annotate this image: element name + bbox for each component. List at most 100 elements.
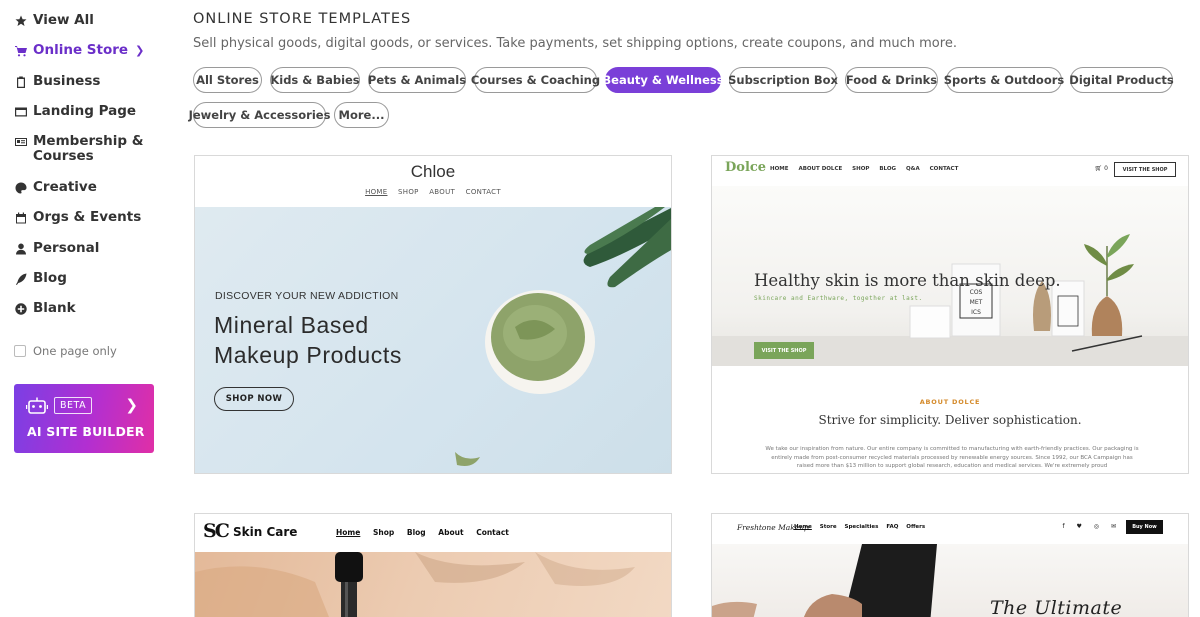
one-page-only-label: One page only [33,344,117,358]
template-card-dolce[interactable]: Dolce HOME ABOUT DOLCE SHOP BLOG Q&A CON… [711,155,1189,474]
ai-site-builder-button[interactable]: BETA ❯ AI SITE BUILDER [14,384,154,453]
person-icon [14,241,27,256]
template-cart-count: 0 [1104,165,1108,172]
template-nav: HOME SHOP ABOUT CONTACT [195,188,671,196]
sidebar-item-label: Landing Page [33,103,137,119]
template-nav-item: About [438,528,464,537]
template-brand-name: Skin Care [233,525,298,539]
calendar-icon [14,210,27,225]
template-visit-shop-button: VISIT THE SHOP [1114,162,1176,177]
filter-chip-courses-coaching[interactable]: Courses & Coaching [471,67,600,93]
template-headline-line: Mineral Based [214,312,369,338]
filter-chip-beauty-wellness[interactable]: Beauty & Wellness [602,67,724,93]
template-nav-item: SHOP [398,188,419,196]
template-cta-button: VISIT THE SHOP [754,342,814,359]
sidebar-item-orgs-events[interactable]: Orgs & Events [14,210,141,225]
template-header: SC Skin Care Home Shop Blog About Contac… [195,514,671,552]
filter-chip-digital-products[interactable]: Digital Products [1069,67,1174,93]
filter-chip-sports-outdoors[interactable]: Sports & Outdoors [944,67,1064,93]
svg-text:COS: COS [970,289,983,296]
sidebar-item-label: Personal [33,240,100,256]
template-headline-line: Makeup Products [214,342,402,368]
template-nav-item: ABOUT [429,188,456,196]
template-card-skin-care[interactable]: SC Skin Care Home Shop Blog About Contac… [194,513,672,617]
page-subtitle: Sell physical goods, digital goods, or s… [193,36,957,51]
filter-chip-all-stores[interactable]: All Stores [193,67,262,93]
template-card-freshtone-makeup[interactable]: Freshtone Makeup Home Store Specialties … [711,513,1189,617]
ai-site-builder-label: AI SITE BUILDER [27,424,145,439]
template-logo: Chloe [410,162,456,181]
template-nav: Home Store Specialties FAQ Offers [794,524,931,530]
template-nav-item: Blog [406,528,426,537]
heart-icon: ♥ [1076,523,1082,530]
chevron-right-icon: ❯ [135,44,145,57]
facebook-icon: f [1062,523,1065,530]
window-icon [14,104,27,119]
sidebar-item-online-store[interactable]: Online Store ❯ [14,43,144,58]
sidebar-item-blank[interactable]: Blank [14,301,76,316]
sidebar-item-landing-page[interactable]: Landing Page [14,104,136,119]
template-about-label: ABOUT DOLCE [919,398,981,406]
template-nav-item: Specialties [844,524,879,530]
template-nav-item: Offers [906,524,926,530]
template-nav-item: HOME [770,166,789,172]
plus-circle-icon [14,301,27,316]
filter-chip-jewelry-accessories[interactable]: Jewelry & Accessories [189,102,330,128]
template-header: Freshtone Makeup Home Store Specialties … [712,514,1188,544]
sidebar-item-business[interactable]: Business [14,74,100,89]
template-headline: Healthy skin is more than skin deep. [754,271,1061,290]
one-page-only-filter[interactable]: One page only [14,344,117,358]
sidebar-item-label: Blank [33,300,76,316]
template-nav-item: HOME [365,188,388,196]
beta-badge: BETA [54,397,93,414]
template-hero-image [195,552,671,617]
template-shop-now-button: SHOP NOW [214,387,294,411]
template-social-icons: f ♥ ◎ ✉ [1052,523,1116,530]
template-nav: Home Shop Blog About Contact [336,528,519,537]
sidebar-item-blog[interactable]: Blog [14,271,67,286]
sidebar-item-label: Creative [33,179,97,195]
template-header: Chloe HOME SHOP ABOUT CONTACT [195,156,671,207]
svg-text:MET: MET [970,299,983,306]
template-logo: Dolce [725,160,767,175]
template-kicker: DISCOVER YOUR NEW ADDICTION [215,290,399,302]
filter-chip-kids-babies[interactable]: Kids & Babies [270,67,360,93]
sidebar-item-label: View All [33,12,94,28]
palette-icon [14,180,27,195]
clipboard-icon [14,74,27,89]
template-buy-now-button: Buy Now [1126,520,1163,534]
cart-icon [14,43,27,58]
filter-chip-food-drinks[interactable]: Food & Drinks [845,67,938,93]
filter-chip-pets-animals[interactable]: Pets & Animals [368,67,466,93]
template-card-chloe[interactable]: Chloe HOME SHOP ABOUT CONTACT DISCOVER Y… [194,155,672,474]
template-nav-item: CONTACT [929,166,959,172]
template-logo: SC [203,520,230,542]
id-card-icon [14,134,27,149]
template-hero-image: DISCOVER YOUR NEW ADDICTION Mineral Base… [195,207,671,473]
sidebar-item-label: Blog [33,270,67,286]
sidebar-item-personal[interactable]: Personal [14,241,99,256]
template-tagline: Skincare and Earthware, together at last… [754,295,923,302]
filter-chip-subscription-box[interactable]: Subscription Box [728,67,838,93]
template-nav-item: BLOG [879,166,897,172]
dropper-bottle-illustration [195,552,635,617]
one-page-only-checkbox[interactable] [14,345,26,357]
template-nav-item: CONTACT [465,188,501,196]
sidebar-item-membership-courses[interactable]: Membership & Courses [14,134,164,164]
instagram-icon: ◎ [1093,523,1100,530]
star-icon [14,13,27,28]
sidebar-item-view-all[interactable]: View All [14,13,94,28]
template-nav-item: Contact [476,528,509,537]
template-nav-item: Home [336,528,361,537]
sidebar-item-creative[interactable]: Creative [14,180,97,195]
chevron-right-icon: ❯ [125,396,138,414]
template-nav-item: ABOUT DOLCE [798,166,843,172]
filter-chip-more[interactable]: More... [334,102,389,128]
template-category-sidebar: View All Online Store ❯ Business Landing… [0,0,175,617]
svg-text:ICS: ICS [971,309,981,316]
template-nav-item: Store [819,524,837,530]
template-nav: HOME ABOUT DOLCE SHOP BLOG Q&A CONTACT [770,166,966,172]
template-about-title: Strive for simplicity. Deliver sophistic… [818,413,1082,427]
sidebar-item-label: Business [33,73,101,89]
quill-icon [14,271,27,286]
